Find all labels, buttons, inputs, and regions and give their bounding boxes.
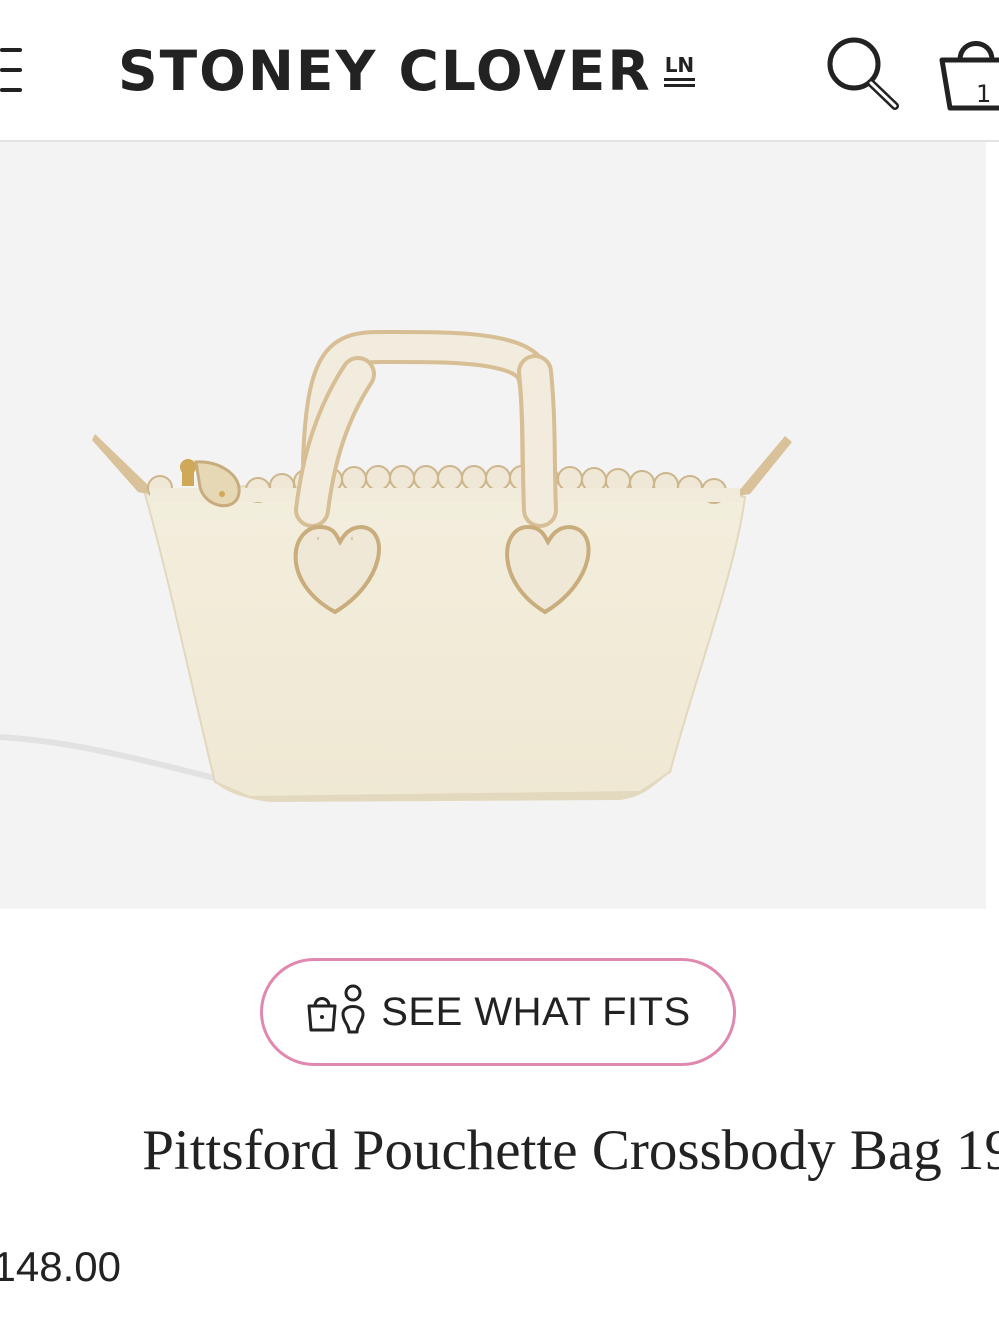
product-price: $148.00 <box>0 1243 121 1290</box>
search-icon[interactable] <box>822 30 902 110</box>
hamburger-menu-icon[interactable] <box>0 40 30 100</box>
see-what-fits-button[interactable]: SEE WHAT FITS <box>260 958 736 1066</box>
shopping-bag-icon[interactable]: 1 <box>934 24 999 116</box>
cart-count-badge: 1 <box>976 80 992 108</box>
product-photo[interactable] <box>0 142 986 909</box>
brand-logo[interactable]: STONEY CLOVER LN <box>118 36 696 106</box>
logo-text: STONEY CLOVER <box>118 38 652 103</box>
site-header: STONEY CLOVER LN 1 <box>0 0 999 142</box>
product-title: Pittsford Pouchette Crossbody Bag 19 <box>142 1119 999 1182</box>
bag-and-person-icon <box>307 984 365 1034</box>
see-what-fits-label: SEE WHAT FITS <box>381 989 691 1034</box>
logo-ln-mark: LN <box>663 53 696 87</box>
logo-ln-letters: LN <box>664 53 695 77</box>
